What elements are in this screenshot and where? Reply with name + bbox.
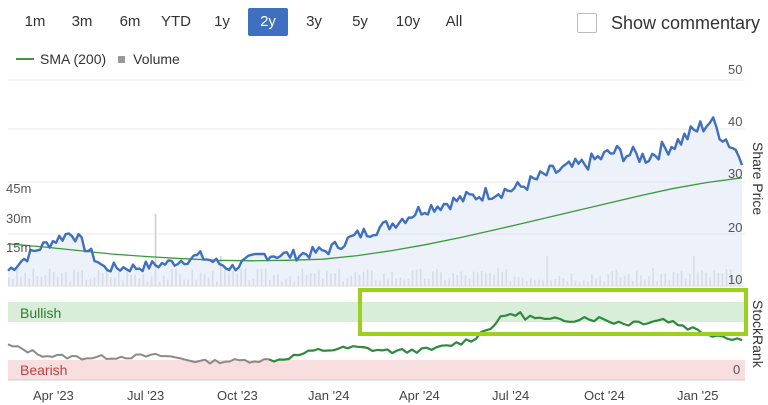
x-tick-jul-24: Jul '24 [492, 388, 530, 403]
price-tick-20: 20 [728, 220, 743, 235]
bearish-band [8, 360, 745, 380]
stockrank-tick-0: 0 [733, 362, 741, 377]
volume-tick-45m: 45m [6, 181, 32, 196]
price-area [8, 117, 742, 287]
bullish-band [8, 302, 745, 322]
price-tick-30: 30 [728, 166, 743, 181]
x-tick-apr-24: Apr '24 [399, 388, 440, 403]
x-tick-jan-25: Jan '25 [677, 388, 719, 403]
bearish-label: Bearish [20, 362, 68, 378]
x-tick-jan-24: Jan '24 [308, 388, 350, 403]
price-tick-40: 40 [728, 114, 743, 129]
price-tick-10: 10 [728, 272, 743, 287]
x-tick-jul-23: Jul '23 [127, 388, 165, 403]
x-tick-apr-23: Apr '23 [33, 388, 74, 403]
share-price-axis-label: Share Price [750, 142, 766, 216]
price-tick-50: 50 [728, 62, 743, 77]
x-tick-oct-24: Oct '24 [584, 388, 625, 403]
volume-tick-15m: 15m [6, 240, 32, 255]
x-tick-oct-23: Oct '23 [217, 388, 258, 403]
volume-tick-30m: 30m [6, 211, 32, 226]
bullish-label: Bullish [20, 305, 62, 321]
price-chart [7, 79, 748, 381]
stockrank-axis-label: StockRank [750, 300, 766, 368]
